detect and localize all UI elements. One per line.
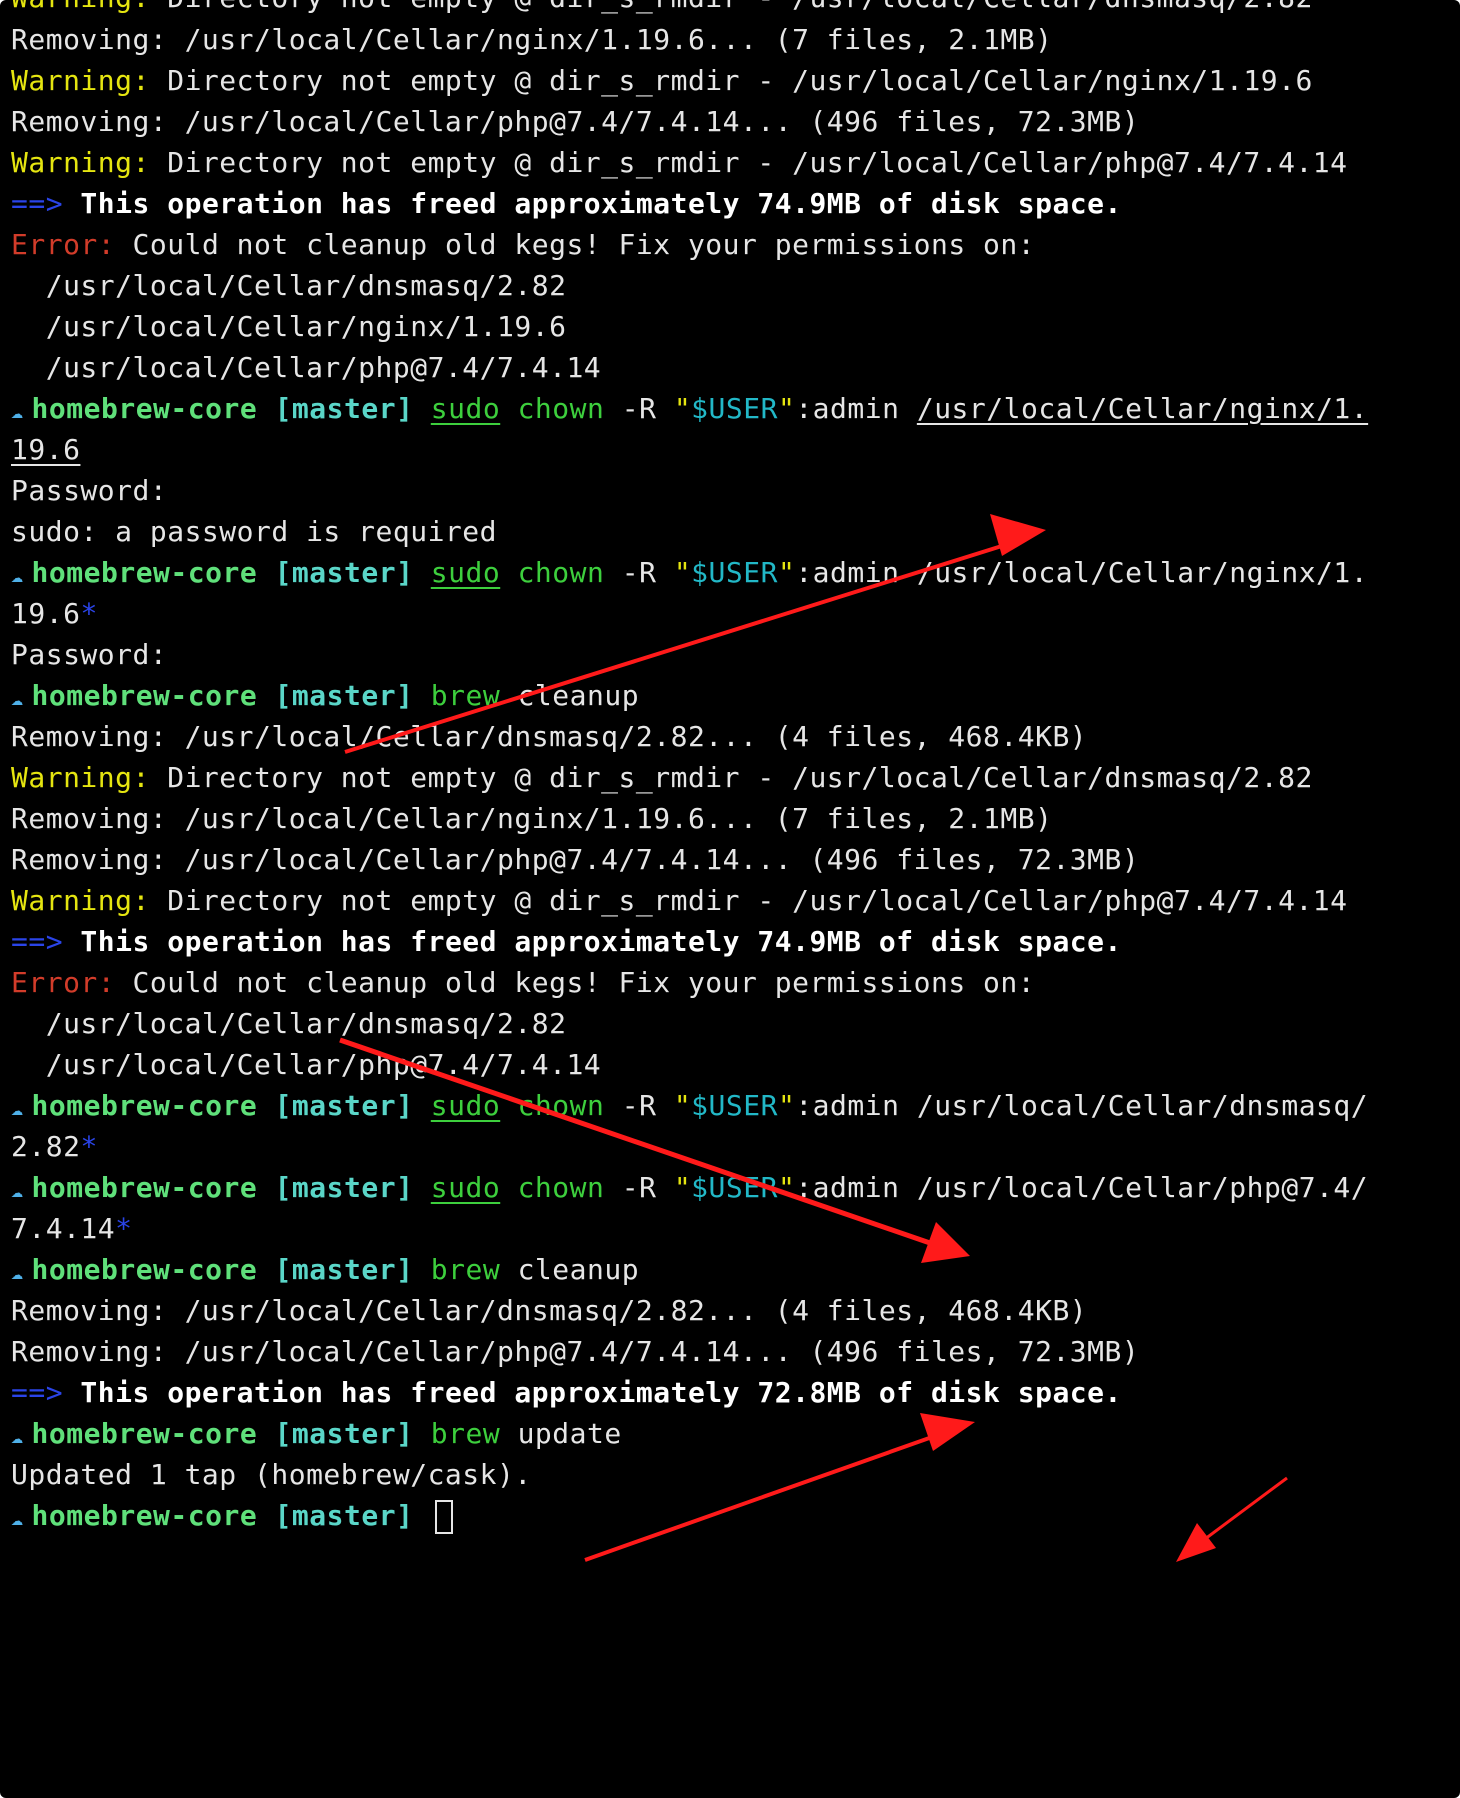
command-chown: chown <box>517 1089 605 1122</box>
text-cursor[interactable] <box>434 1500 453 1534</box>
prompt-branch: [master] <box>274 556 414 589</box>
arrow-marker: ==> <box>11 1376 64 1409</box>
cloud-icon: ☁ <box>11 1424 24 1448</box>
command-path-continued: 19.6 <box>11 597 81 630</box>
command-brew: brew <box>430 679 501 712</box>
env-variable: $USER <box>691 1171 778 1204</box>
cloud-icon: ☁ <box>11 686 24 710</box>
command-path-continued: 19.6 <box>11 433 81 466</box>
warning-label: Warning: <box>11 64 150 97</box>
prompt-branch: [master] <box>274 1089 414 1122</box>
command-chown: chown <box>517 1171 605 1204</box>
command-path-continued: 7.4.14 <box>11 1212 116 1245</box>
env-variable: $USER <box>691 392 778 425</box>
output-text: Directory not empty @ dir_s_rmdir - /usr… <box>150 0 1313 14</box>
glob-star: * <box>80 1130 98 1163</box>
env-variable: $USER <box>691 556 778 589</box>
output-text: Directory not empty @ dir_s_rmdir - /usr… <box>149 146 1348 179</box>
command-chown: chown <box>517 556 605 589</box>
prompt-directory: homebrew-core <box>31 1089 258 1122</box>
command-path-continued: 2.82 <box>11 1130 81 1163</box>
prompt-line: ☁ homebrew-core [master] sudo chown -R "$… <box>11 549 1368 597</box>
summary-text: This operation has freed approximately 7… <box>63 187 1122 220</box>
quote: " <box>777 556 796 589</box>
prompt-directory: homebrew-core <box>31 1417 258 1450</box>
command-chown: chown <box>517 392 605 425</box>
annotation-arrow <box>584 1413 975 1562</box>
error-text: Could not cleanup old kegs! Fix your per… <box>115 966 1036 999</box>
active-prompt-line[interactable]: ☁ homebrew-core [master] <box>11 1492 453 1540</box>
annotation-arrow <box>1176 1476 1288 1562</box>
terminal-window[interactable]: Warning: Directory not empty @ dir_s_rmd… <box>0 0 1460 1798</box>
command-args: update <box>500 1417 622 1450</box>
cloud-icon: ☁ <box>11 563 24 587</box>
output-text: Directory not empty @ dir_s_rmdir - /usr… <box>149 761 1313 794</box>
command-brew: brew <box>430 1417 501 1450</box>
quote: " <box>673 556 692 589</box>
output-text: Directory not empty @ dir_s_rmdir - /usr… <box>149 64 1313 97</box>
prompt-directory: homebrew-core <box>31 1171 258 1204</box>
error-text: Could not cleanup old kegs! Fix your per… <box>115 228 1036 261</box>
cloud-icon: ☁ <box>11 399 24 423</box>
command-sudo: sudo <box>430 556 501 589</box>
command-flag: -R <box>604 1089 674 1122</box>
command-sudo: sudo <box>430 1089 501 1122</box>
warning-label: Warning: <box>11 0 150 14</box>
glob-star: * <box>80 597 98 630</box>
quote: " <box>777 1171 796 1204</box>
quote: " <box>673 1171 692 1204</box>
error-label: Error: <box>11 228 116 261</box>
glob-star: * <box>115 1212 133 1245</box>
prompt-line: ☁ homebrew-core [master] sudo chown -R "$… <box>11 385 1368 433</box>
warning-label: Warning: <box>11 884 150 917</box>
command-args: :admin <box>795 392 917 425</box>
prompt-branch: [master] <box>274 679 414 712</box>
prompt-directory: homebrew-core <box>31 392 258 425</box>
summary-text: This operation has freed approximately 7… <box>63 925 1122 958</box>
command-flag: -R <box>604 1171 674 1204</box>
output-text: Directory not empty @ dir_s_rmdir - /usr… <box>149 884 1348 917</box>
command-args: cleanup <box>500 1253 640 1286</box>
command-flag: -R <box>604 556 674 589</box>
prompt-directory: homebrew-core <box>31 679 258 712</box>
arrow-marker: ==> <box>11 925 64 958</box>
error-label: Error: <box>11 966 116 999</box>
quote: " <box>777 392 796 425</box>
prompt-branch: [master] <box>274 1253 414 1286</box>
warning-label: Warning: <box>11 761 150 794</box>
arrow-marker: ==> <box>11 187 64 220</box>
command-args: cleanup <box>500 679 640 712</box>
prompt-branch: [master] <box>274 1499 414 1532</box>
prompt-directory: homebrew-core <box>31 1499 258 1532</box>
cloud-icon: ☁ <box>11 1506 24 1530</box>
quote: " <box>777 1089 796 1122</box>
command-path: /usr/local/Cellar/nginx/1. <box>916 392 1369 425</box>
prompt-branch: [master] <box>274 1171 414 1204</box>
prompt-line: ☁ homebrew-core [master] sudo chown -R "$… <box>11 1164 1368 1212</box>
prompt-line: ☁ homebrew-core [master] sudo chown -R "$… <box>11 1082 1368 1130</box>
command-args: :admin /usr/local/Cellar/dnsmasq/ <box>795 1089 1369 1122</box>
command-sudo: sudo <box>430 392 501 425</box>
warning-label: Warning: <box>11 146 150 179</box>
cloud-icon: ☁ <box>11 1178 24 1202</box>
prompt-directory: homebrew-core <box>31 1253 258 1286</box>
command-args: :admin /usr/local/Cellar/php@7.4/ <box>795 1171 1369 1204</box>
quote: " <box>673 1089 692 1122</box>
quote: " <box>673 392 692 425</box>
prompt-branch: [master] <box>274 392 414 425</box>
cloud-icon: ☁ <box>11 1096 24 1120</box>
command-args: :admin /usr/local/Cellar/nginx/1. <box>795 556 1369 589</box>
command-brew: brew <box>430 1253 501 1286</box>
summary-text: This operation has freed approximately 7… <box>63 1376 1122 1409</box>
command-sudo: sudo <box>430 1171 501 1204</box>
env-variable: $USER <box>691 1089 778 1122</box>
command-flag: -R <box>604 392 674 425</box>
cloud-icon: ☁ <box>11 1260 24 1284</box>
prompt-branch: [master] <box>274 1417 414 1450</box>
prompt-directory: homebrew-core <box>31 556 258 589</box>
